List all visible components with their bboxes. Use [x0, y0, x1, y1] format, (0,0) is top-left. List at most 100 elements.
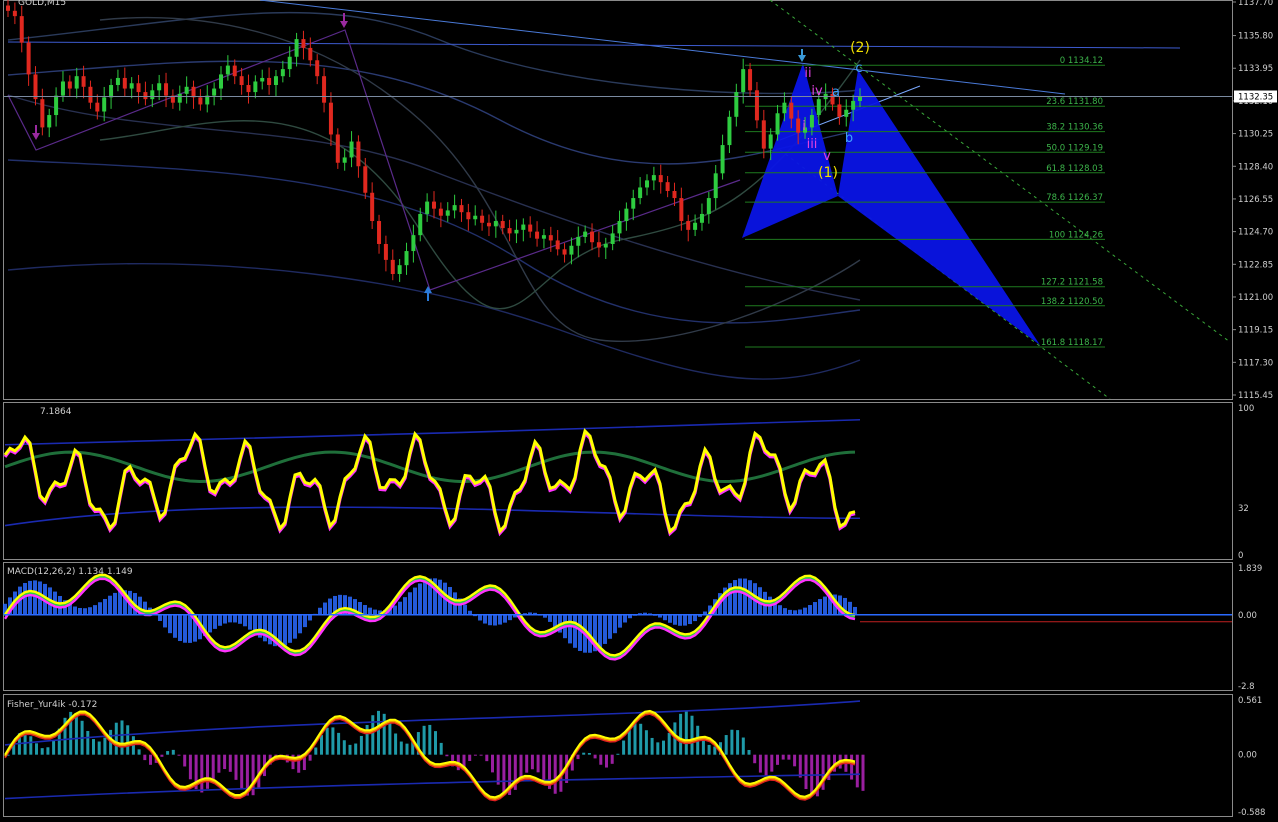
macd-hist-bar — [243, 614, 247, 627]
candle-body — [129, 83, 134, 89]
macd-hist-bar — [573, 614, 577, 648]
trading-chart-window[interactable]: 0 1134.12 23.6 1131.80 38.2 1130.36 50.0 11… — [0, 0, 1278, 822]
macd-hist-bar — [608, 614, 612, 639]
macd-hist-bar — [503, 614, 507, 623]
fisher-hist-bar — [211, 754, 215, 781]
candle-body — [143, 92, 148, 100]
candle-body — [624, 208, 629, 222]
candle-body — [521, 224, 526, 230]
fisher-hist-bar — [228, 754, 232, 772]
macd-hist-bar — [293, 614, 297, 639]
candle-body — [322, 76, 327, 103]
fisher-hist-bar — [308, 754, 312, 761]
fisher-hist-bar — [473, 754, 477, 756]
candle-body — [19, 16, 24, 43]
candle-body — [645, 180, 649, 188]
candle-body — [535, 231, 540, 239]
candle-body — [47, 115, 52, 128]
candle-body — [315, 60, 320, 77]
candle-body — [583, 231, 588, 237]
fisher-hist-bar — [787, 754, 791, 760]
candle-body — [239, 76, 244, 86]
wave-label: b — [845, 131, 853, 146]
wave-label: a — [832, 85, 840, 100]
macd-hist-bar — [553, 614, 557, 627]
candle-body — [6, 5, 10, 11]
fisher-hist-bar — [439, 742, 443, 755]
current-price-label: 1132.35 — [1238, 92, 1273, 102]
candle-body — [782, 102, 787, 114]
fisher-hist-bar — [405, 743, 409, 755]
candle-body — [349, 141, 354, 158]
macd-hist-bar — [483, 614, 487, 624]
fisher-hist-bar — [855, 754, 859, 788]
candle-body — [109, 85, 114, 98]
candle-body — [432, 201, 436, 209]
candle-body — [555, 240, 560, 250]
candle-body — [569, 245, 574, 255]
fib-level-label: 61.8 1128.03 — [1046, 164, 1103, 174]
macd-hist-bar — [78, 608, 82, 615]
fisher-hist-bar — [29, 736, 33, 755]
macd-hist-bar — [438, 579, 442, 615]
fib-level-label: 23.6 1131.80 — [1046, 97, 1103, 107]
candle-body — [280, 69, 285, 77]
candle-body — [102, 97, 107, 112]
fisher-hist-bar — [633, 722, 637, 755]
fisher-hist-bar — [354, 743, 358, 755]
price-axis-label: 1119.15 — [1238, 326, 1273, 336]
macd-hist-bar — [283, 614, 287, 646]
candle-body — [301, 39, 306, 48]
macd-hist-bar — [23, 582, 27, 615]
wave-label: (1) — [818, 165, 838, 181]
candle-body — [541, 235, 546, 239]
osc-axis-label: 100 — [1238, 404, 1254, 414]
candle-body — [706, 198, 711, 214]
macd-hist-bar — [418, 583, 422, 615]
fib-level-label: 50.0 1129.19 — [1046, 143, 1103, 153]
candle-body — [308, 47, 313, 61]
macd-hist-bar — [618, 614, 622, 628]
fisher-hist-bar — [644, 730, 648, 755]
price-axis-label: 1126.55 — [1238, 195, 1273, 205]
fisher-hist-bar — [86, 730, 90, 755]
price-axis-label: 1124.70 — [1238, 228, 1273, 238]
macd-hist-bar — [393, 605, 397, 615]
macd-hist-bar — [323, 602, 327, 615]
macd-hist-bar — [578, 614, 582, 651]
fisher-hist-bar — [377, 710, 380, 755]
macd-hist-bar — [603, 614, 607, 644]
fisher-hist-bar — [74, 713, 78, 755]
candle-body — [212, 88, 217, 96]
candle-body — [81, 76, 86, 87]
candle-body — [219, 74, 223, 89]
fisher-hist-bar — [593, 754, 597, 759]
fisher-hist-bar — [234, 754, 238, 780]
fisher-hist-bar — [314, 747, 318, 755]
macd-hist-bar — [173, 614, 177, 638]
fisher-hist-bar — [690, 715, 694, 755]
macd-hist-bar — [688, 614, 692, 625]
candle-body — [232, 65, 237, 77]
candle-body — [789, 102, 794, 119]
macd-hist-bar — [743, 578, 747, 615]
fisher-hist-bar — [764, 754, 768, 776]
fisher-hist-bar — [46, 747, 50, 755]
macd-axis-label: 1.839 — [1238, 564, 1262, 574]
macd-hist-bar — [463, 604, 467, 615]
macd-hist-bar — [163, 614, 167, 628]
candle-body — [267, 77, 272, 86]
fib-level-label: 78.6 1126.37 — [1046, 193, 1103, 203]
price-axis-label: 1117.30 — [1238, 358, 1273, 368]
macd-hist-bar — [823, 596, 827, 615]
macd-hist-bar — [108, 595, 112, 615]
fisher-hist-bar — [171, 749, 175, 755]
macd-hist-bar — [403, 597, 407, 615]
fisher-hist-bar — [770, 754, 774, 772]
candle-body — [754, 90, 759, 121]
fisher-hist-bar — [434, 731, 437, 755]
candle-body — [699, 213, 704, 223]
fisher-hist-bar — [736, 730, 740, 755]
candle-body — [727, 116, 732, 146]
macd-hist-bar — [598, 614, 602, 649]
